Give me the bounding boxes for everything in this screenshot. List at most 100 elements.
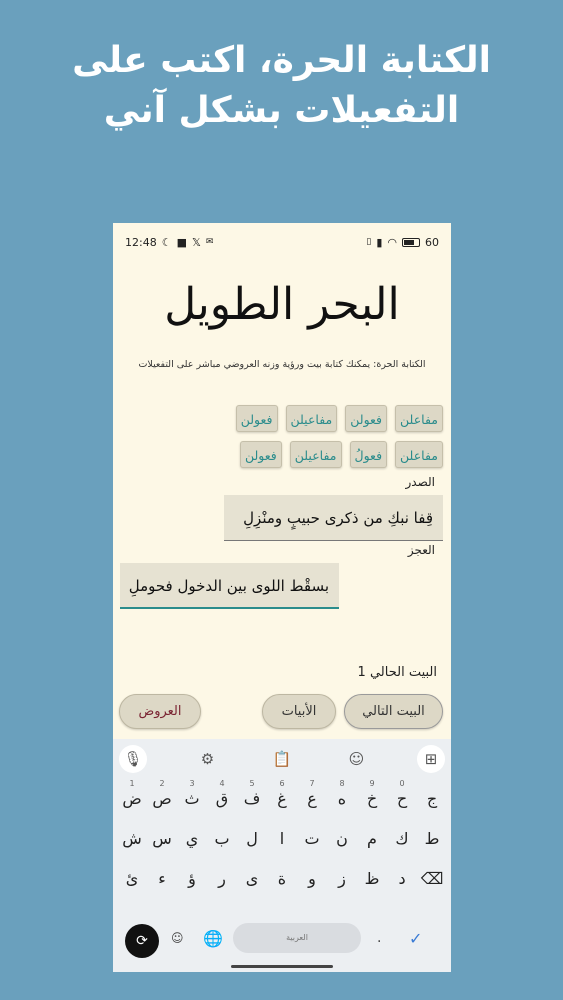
keyboard-row-3: ⌫ د ظ ز و ة ى ر ؤ ء ئ (113, 859, 451, 899)
keyboard-key[interactable]: ن (329, 822, 355, 856)
keyboard-key[interactable]: 0ح (389, 779, 415, 816)
keyboard-key[interactable]: ا (269, 822, 295, 856)
tafeela-chip[interactable]: فعولن (239, 441, 282, 468)
backspace-icon[interactable]: ⌫ (419, 862, 445, 896)
video-icon: ■ (176, 235, 187, 249)
next-verse-button[interactable]: البيت التالي (344, 694, 443, 729)
keyboard-bottom-row: ⟳ ☺ 🌐 العربية . ✓ (113, 918, 451, 958)
key-number-hint: 3 (189, 779, 195, 788)
keyboard-key[interactable]: ت (299, 822, 325, 856)
keyboard-key[interactable]: ز (329, 862, 355, 896)
keyboard-key[interactable]: ش (119, 822, 145, 856)
keyboard-key[interactable]: ل (239, 822, 265, 856)
tafeela-chip[interactable]: مفاعلن (395, 405, 443, 432)
tafeela-chip[interactable]: فعولن (235, 405, 278, 432)
promo-headline: الكتابة الحرة، اكتب على التفعيلات بشكل آ… (0, 36, 563, 136)
keyboard-key[interactable]: س (149, 822, 175, 856)
battery-percent: 60 (425, 235, 439, 249)
keyboard-key[interactable]: د (389, 862, 415, 896)
tafeela-chip[interactable]: مفاعيلن (285, 405, 338, 432)
tafeela-chip[interactable]: فعولُ (349, 441, 388, 468)
tafeelat-row-1: فعولن مفاعيلن فعولن مفاعلن (235, 405, 443, 432)
mic-icon[interactable]: 🎙 (119, 745, 147, 773)
key-number-hint: 6 (279, 779, 285, 788)
grid-icon[interactable]: ⊞ (417, 745, 445, 773)
keyboard-key[interactable]: م (359, 822, 385, 856)
key-char: ص (152, 789, 172, 808)
key-number-hint: 2 (159, 779, 165, 788)
keyboard-key[interactable]: 1ض (119, 779, 145, 816)
keyboard-row-1: ج0ح9خ8ه7ع6غ5ف4ق3ث2ص1ض (113, 779, 451, 819)
headline-line-1: الكتابة الحرة، اكتب على (72, 40, 491, 81)
keyboard-key[interactable]: ك (389, 822, 415, 856)
keyboard-key[interactable]: 3ث (179, 779, 205, 816)
ajz-input[interactable]: بسقْط اللوى بين الدخول فحوملِ (120, 563, 339, 609)
keyboard-key[interactable]: 9خ (359, 779, 385, 816)
keyboard-key[interactable]: ظ (359, 862, 385, 896)
tafeela-chip[interactable]: مفاعيلن (289, 441, 342, 468)
key-char: ث (184, 789, 200, 808)
moon-icon: ☾ (161, 235, 172, 249)
phone-screen: 12:48 ☾ ■ 𝕏 ✉ ▯ ▮ ◠ 60 البحر الطويل الكت… (113, 223, 451, 972)
key-number-hint: 4 (219, 779, 225, 788)
keyboard-key[interactable]: 8ه (329, 779, 355, 816)
verses-button[interactable]: الأبيات (262, 694, 336, 729)
keyboard-key[interactable]: ب (209, 822, 235, 856)
status-bar: 12:48 ☾ ■ 𝕏 ✉ ▯ ▮ ◠ 60 (113, 223, 451, 261)
enter-key[interactable]: ✓ (409, 929, 422, 948)
gear-icon[interactable]: ⚙ (194, 745, 222, 773)
period-key[interactable]: . (377, 930, 381, 946)
keyboard-key[interactable]: 4ق (209, 779, 235, 816)
keyboard-key[interactable]: ؤ (179, 862, 205, 896)
mail-icon: ✉ (205, 237, 214, 247)
key-number-hint: 7 (309, 779, 315, 788)
keyboard-key[interactable]: ء (149, 862, 175, 896)
key-number-hint: 8 (339, 779, 345, 788)
keyboard-toolbar: 🎙 ⚙ 📋 ☺ ⊞ (113, 739, 451, 779)
prosody-button[interactable]: العروض (119, 694, 201, 729)
keyboard-key[interactable]: 6غ (269, 779, 295, 816)
current-verse-label: البيت الحالي 1 (357, 665, 437, 680)
keyboard-key[interactable]: ة (269, 862, 295, 896)
clipboard-icon[interactable]: 📋 (268, 745, 296, 773)
globe-icon[interactable]: 🌐 (203, 929, 223, 948)
keyboard-key[interactable]: 7ع (299, 779, 325, 816)
key-char: ع (307, 789, 317, 808)
keyboard-key[interactable]: و (299, 862, 325, 896)
keyboard-key[interactable]: ط (419, 822, 445, 856)
home-indicator (231, 965, 333, 968)
headline-line-2: التفعيلات بشكل آني (103, 90, 460, 131)
keyboard-key[interactable]: ر (209, 862, 235, 896)
key-char: ف (243, 789, 261, 808)
key-number-hint: 9 (369, 779, 375, 788)
tafeela-chip[interactable]: مفاعلن (395, 441, 443, 468)
rotate-icon[interactable]: ⟳ (125, 924, 159, 958)
x-icon: 𝕏 (191, 235, 201, 249)
keyboard-key[interactable]: 5ف (239, 779, 265, 816)
key-number-hint: 5 (249, 779, 255, 788)
keyboard: 🎙 ⚙ 📋 ☺ ⊞ ج0ح9خ8ه7ع6غ5ف4ق3ث2ص1ض طكمنتالب… (113, 739, 451, 972)
key-char: ق (215, 789, 229, 808)
keyboard-key[interactable]: ج (419, 782, 445, 816)
sadr-input[interactable]: قِفا نبكِ من ذكرى حبيبٍ ومنْزِلِ (224, 495, 443, 541)
keyboard-key[interactable]: ي (179, 822, 205, 856)
sticker-icon[interactable]: ☺ (343, 745, 371, 773)
key-char: غ (277, 789, 287, 808)
keyboard-key[interactable]: ئ (119, 862, 145, 896)
sadr-label: الصدر (405, 475, 436, 489)
battery-icon (402, 237, 420, 247)
status-time: 12:48 (125, 235, 157, 249)
ajz-label: العجز (407, 543, 435, 557)
vibrate-icon: ▯ (366, 237, 372, 247)
keyboard-key[interactable]: 2ص (149, 779, 175, 816)
key-char: ه (337, 789, 347, 808)
app-title: البحر الطويل (164, 279, 400, 330)
app-subtitle: الكتابة الحرة: يمكنك كتابة بيت ورؤية وزن… (138, 359, 426, 370)
keyboard-key[interactable]: ى (239, 862, 265, 896)
tafeela-chip[interactable]: فعولن (345, 405, 388, 432)
key-number-hint: 0 (399, 779, 405, 788)
space-key[interactable]: العربية (233, 923, 361, 953)
key-char: خ (366, 789, 378, 808)
emoji-key[interactable]: ☺ (171, 931, 184, 945)
keyboard-row-2: طكمنتالبيسش (113, 819, 451, 859)
